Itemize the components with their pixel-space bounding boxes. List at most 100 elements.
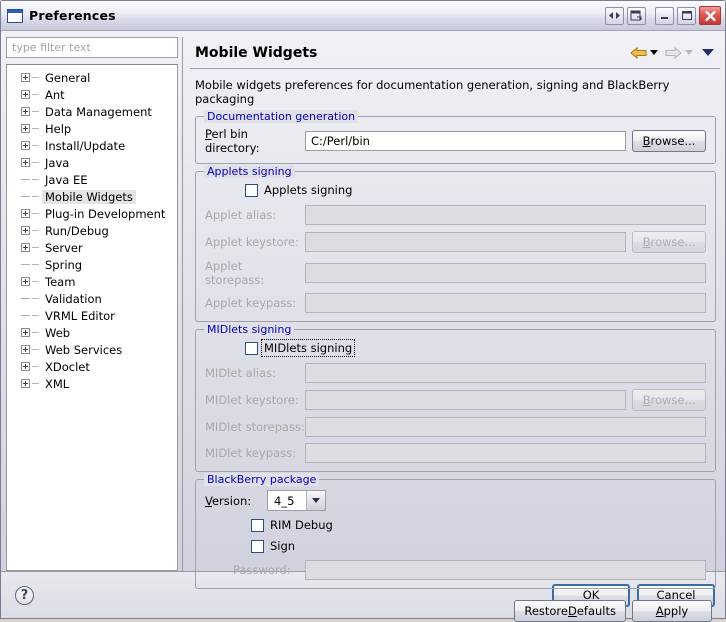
applet-keypass-input — [305, 293, 706, 313]
expand-plus-icon[interactable] — [21, 158, 30, 167]
minimize-button[interactable] — [655, 7, 674, 25]
midlet-storepass-label: MIDlet storepass: — [205, 420, 305, 434]
rim-debug-label: RIM Debug — [268, 517, 335, 533]
applets-signing-checkbox[interactable] — [245, 184, 258, 197]
tree-connector — [32, 366, 39, 367]
sign-checkbox[interactable] — [251, 540, 264, 553]
applet-alias-row: Applet alias: — [205, 205, 706, 225]
group-legend-applets: Applets signing — [204, 165, 295, 178]
restore-dock-button[interactable] — [605, 7, 624, 25]
tree-item-run-debug[interactable]: Run/Debug — [7, 222, 177, 239]
midlets-signing-checkbox-row[interactable]: MIDlets signing — [245, 340, 706, 356]
expand-plus-icon[interactable] — [21, 243, 30, 252]
applet-alias-input — [305, 205, 706, 225]
expand-plus-icon[interactable] — [21, 107, 30, 116]
tree-leaf-icon — [21, 311, 30, 320]
label-rest: rowse... — [650, 134, 695, 148]
group-legend-midlets: MIDlets signing — [204, 323, 294, 336]
tree-connector — [32, 349, 39, 350]
tree-item-validation[interactable]: Validation — [7, 290, 177, 307]
applet-keystore-input — [305, 232, 626, 252]
mnemonic: V — [205, 494, 212, 508]
tree-connector — [32, 162, 39, 163]
midlet-storepass-input — [305, 417, 706, 437]
tree-item-web[interactable]: Web — [7, 324, 177, 341]
tree-item-web-services[interactable]: Web Services — [7, 341, 177, 358]
group-legend-blackberry: BlackBerry package — [204, 473, 319, 486]
expand-plus-icon[interactable] — [21, 124, 30, 133]
midlet-keystore-input — [305, 390, 626, 410]
tree-item-java-ee[interactable]: Java EE — [7, 171, 177, 188]
view-menu-icon[interactable] — [702, 49, 714, 56]
tree-connector — [32, 298, 39, 299]
expand-plus-icon[interactable] — [21, 90, 30, 99]
applet-keystore-browse-button: Browse... — [632, 231, 706, 253]
rim-debug-checkbox-row[interactable]: RIM Debug — [251, 517, 706, 533]
tree-item-label: Web — [42, 326, 73, 340]
filter-input[interactable]: type filter text — [6, 37, 178, 58]
tree-item-java[interactable]: Java — [7, 154, 177, 171]
expand-plus-icon[interactable] — [21, 328, 30, 337]
sign-checkbox-row[interactable]: Sign — [251, 538, 706, 554]
chevron-down-icon[interactable] — [306, 491, 325, 510]
password-input — [305, 560, 706, 580]
version-selected-value: 4_5 — [268, 491, 306, 510]
tree-item-label: Ant — [42, 88, 68, 102]
tree-item-vrml-editor[interactable]: VRML Editor — [7, 307, 177, 324]
window-title: Preferences — [29, 8, 605, 23]
tree-item-data-management[interactable]: Data Management — [7, 103, 177, 120]
expand-plus-icon[interactable] — [21, 277, 30, 286]
tree-leaf-icon — [21, 294, 30, 303]
tree-connector — [32, 383, 39, 384]
documentation-generation-group: Documentation generation Perl bin direct… — [195, 116, 716, 164]
tree-connector — [32, 145, 39, 146]
version-select[interactable]: 4_5 — [267, 490, 326, 511]
password-label: Password: — [233, 563, 305, 577]
expand-plus-icon[interactable] — [21, 226, 30, 235]
close-button[interactable] — [699, 6, 721, 25]
expand-plus-icon[interactable] — [21, 345, 30, 354]
expand-plus-icon[interactable] — [21, 73, 30, 82]
tree-item-team[interactable]: Team — [7, 273, 177, 290]
tree-connector — [32, 315, 39, 316]
mnemonic: B — [643, 393, 651, 407]
title-bar[interactable]: Preferences — [1, 1, 725, 31]
help-icon[interactable]: ? — [15, 586, 34, 605]
expand-plus-icon[interactable] — [21, 209, 30, 218]
tree-item-install-update[interactable]: Install/Update — [7, 137, 177, 154]
page-nav-tools — [629, 45, 716, 61]
maximize-button[interactable] — [677, 7, 696, 25]
midlets-signing-checkbox[interactable] — [245, 342, 258, 355]
label-rest: rowse... — [650, 235, 695, 249]
blackberry-package-group: BlackBerry package Version: 4_5 RIM Debu… — [195, 479, 716, 589]
tree-connector — [32, 213, 39, 214]
tree-item-help[interactable]: Help — [7, 120, 177, 137]
detach-button[interactable] — [627, 7, 646, 25]
tree-item-ant[interactable]: Ant — [7, 86, 177, 103]
expand-plus-icon[interactable] — [21, 362, 30, 371]
tree-leaf-icon — [21, 192, 30, 201]
tree-item-general[interactable]: General — [7, 69, 177, 86]
back-dropdown-icon[interactable] — [650, 50, 658, 55]
preferences-tree[interactable]: General Ant Data ManagementHelpInstall/Upd… — [6, 64, 178, 571]
tree-item-plug-in-development[interactable]: Plug-in Development — [7, 205, 177, 222]
expand-plus-icon[interactable] — [21, 141, 30, 150]
back-arrow-icon[interactable] — [629, 45, 648, 61]
tree-item-xml[interactable]: XML — [7, 375, 177, 392]
expand-plus-icon[interactable] — [21, 379, 30, 388]
tree-item-spring[interactable]: Spring — [7, 256, 177, 273]
perl-bin-input[interactable]: C:/Perl/bin — [305, 131, 626, 151]
tree-item-label: Java — [42, 156, 72, 170]
applets-signing-checkbox-row[interactable]: Applets signing — [245, 182, 706, 198]
tree-connector — [32, 128, 39, 129]
tree-item-label: Data Management — [42, 105, 155, 119]
perl-browse-button[interactable]: Browse... — [632, 130, 706, 152]
tree-item-server[interactable]: Server — [7, 239, 177, 256]
dialog-body: type filter text General Ant Data Manageme… — [1, 31, 725, 571]
tree-item-mobile-widgets[interactable]: Mobile Widgets — [7, 188, 177, 205]
forward-arrow-icon — [664, 45, 683, 61]
preferences-sidebar: type filter text General Ant Data Manageme… — [6, 37, 182, 571]
page-description: Mobile widgets preferences for documenta… — [190, 69, 720, 116]
rim-debug-checkbox[interactable] — [251, 519, 264, 532]
tree-item-xdoclet[interactable]: XDoclet — [7, 358, 177, 375]
